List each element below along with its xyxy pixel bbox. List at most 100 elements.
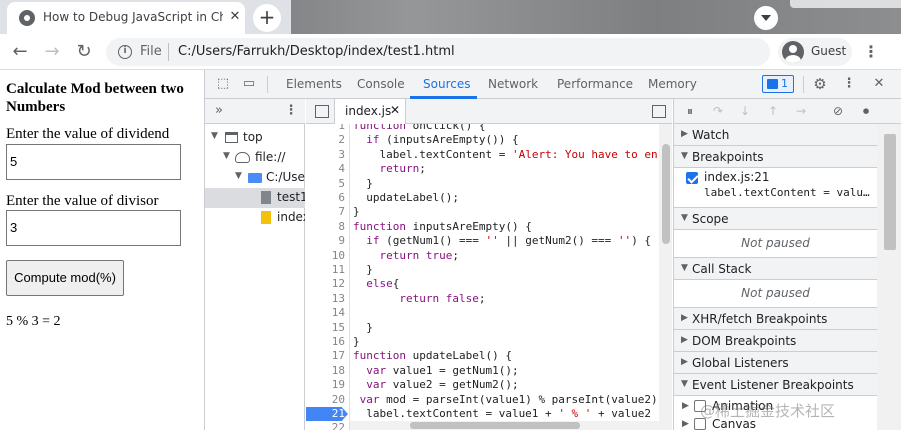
pause-icon[interactable]: ⏸ <box>682 103 698 119</box>
line-number[interactable]: 17 <box>332 349 345 363</box>
step-out-icon[interactable]: ↑ <box>765 103 781 119</box>
scrollbar-thumb[interactable] <box>662 144 670 244</box>
line-number[interactable]: 12 <box>332 277 345 291</box>
step-into-icon[interactable]: ↓ <box>737 103 753 119</box>
browser-menu-icon[interactable]: ⋮ <box>862 40 880 64</box>
step-icon[interactable]: → <box>793 103 809 119</box>
call-stack-body: Not paused <box>674 280 877 308</box>
collapse-arrow-icon: ▶ <box>681 335 688 345</box>
compute-mod-button[interactable]: Compute mod(%) <box>6 260 124 296</box>
tree-item-file-origin[interactable]: ▼ file:// <box>205 148 305 168</box>
section-watch[interactable]: ▶ Watch <box>674 124 877 146</box>
js-file-icon <box>261 211 271 224</box>
line-number[interactable]: 1 <box>338 124 345 133</box>
inspect-element-icon[interactable]: ⬚ <box>215 76 231 92</box>
section-event-listener-breakpoints[interactable]: ▼ Event Listener Breakpoints <box>674 374 877 396</box>
address-url[interactable]: C:/Users/Farrukh/Desktop/index/test1.htm… <box>178 44 455 59</box>
line-number[interactable]: 16 <box>332 335 345 349</box>
editor-tab-index-js[interactable]: index.js ✕ <box>334 99 406 124</box>
device-toolbar-icon[interactable]: ▭ <box>241 76 257 92</box>
tab-network[interactable]: Network <box>488 77 538 91</box>
more-tabs-icon[interactable]: » <box>211 103 227 119</box>
tab-performance[interactable]: Performance <box>557 77 633 91</box>
line-number[interactable]: 22 <box>332 421 345 430</box>
expand-arrow-icon[interactable]: ▼ <box>211 131 218 141</box>
tab-memory[interactable]: Memory <box>648 77 697 91</box>
address-bar[interactable]: i File C:/Users/Farrukh/Desktop/index/te… <box>106 38 770 66</box>
expand-arrow-icon[interactable]: ▼ <box>235 171 242 181</box>
tree-item-top[interactable]: ▼ top <box>205 128 305 148</box>
line-number[interactable]: 2 <box>338 133 345 147</box>
collapse-arrow-icon: ▶ <box>681 129 688 139</box>
line-number[interactable]: 15 <box>332 321 345 335</box>
new-tab-button[interactable]: + <box>253 4 281 32</box>
code-line: var value1 = getNum1(); <box>366 363 519 377</box>
browser-tab[interactable]: How to Debug JavaScript in Chrome ✕ <box>7 2 245 34</box>
breakpoint-item[interactable]: index.js:21 label.textContent = value1 +… <box>674 168 877 208</box>
line-number[interactable]: 20 <box>332 393 345 407</box>
forward-icon[interactable]: → <box>40 40 64 64</box>
tree-item-test1-html[interactable]: test1.html <box>205 188 305 208</box>
line-number[interactable]: 6 <box>338 191 345 205</box>
tree-item-index-js[interactable]: index.js <box>205 208 305 228</box>
breakpoint-checkbox[interactable] <box>686 172 698 184</box>
line-number[interactable]: 4 <box>338 162 345 176</box>
vertical-scrollbar[interactable] <box>659 124 672 430</box>
line-number[interactable]: 9 <box>338 234 345 248</box>
section-xhr-breakpoints[interactable]: ▶ XHR/fetch Breakpoints <box>674 308 877 330</box>
tab-search-icon[interactable] <box>754 6 778 30</box>
section-dom-breakpoints[interactable]: ▶ DOM Breakpoints <box>674 330 877 352</box>
line-number[interactable]: 14 <box>332 306 345 320</box>
section-scope[interactable]: ▼ Scope <box>674 208 877 230</box>
line-number[interactable]: 10 <box>332 249 345 263</box>
close-file-icon[interactable]: ✕ <box>390 103 400 117</box>
toggle-navigator-icon[interactable] <box>315 105 329 118</box>
navigator-menu-icon[interactable]: ⋮ <box>283 103 299 119</box>
issues-button[interactable]: 1 <box>762 75 794 93</box>
line-number[interactable]: 13 <box>332 292 345 306</box>
tab-sources[interactable]: Sources <box>423 77 470 91</box>
pause-on-exceptions-icon[interactable]: ⏺ <box>858 103 874 119</box>
close-tab-icon[interactable]: ✕ <box>228 10 242 24</box>
expand-arrow-icon[interactable]: ▼ <box>223 151 230 161</box>
more-options-icon[interactable]: ⋮ <box>841 76 857 92</box>
folder-icon <box>248 173 262 183</box>
section-call-stack[interactable]: ▼ Call Stack <box>674 258 877 280</box>
divisor-input[interactable]: 3 <box>6 210 181 246</box>
dividend-input[interactable]: 5 <box>6 144 181 180</box>
line-number[interactable]: 19 <box>332 378 345 392</box>
tab-elements[interactable]: Elements <box>286 77 342 91</box>
line-number[interactable]: 5 <box>338 177 345 191</box>
gear-icon[interactable]: ⚙ <box>812 76 828 92</box>
line-number[interactable]: 3 <box>338 148 345 162</box>
profile-button[interactable]: Guest <box>778 38 852 66</box>
line-number[interactable]: 21 <box>332 407 345 421</box>
code-area[interactable]: function onClick() { if (inputsAreEmpty(… <box>350 124 658 430</box>
line-number-gutter[interactable]: 1 2 3 4 5 6 7 8 9 10 11 12 13 14 15 16 17 18 19 20 21 22 <box>306 124 350 430</box>
horizontal-scrollbar[interactable] <box>350 421 659 430</box>
watermark: @稀土掘金技术社区 <box>700 402 836 420</box>
section-global-listeners[interactable]: ▶ Global Listeners <box>674 352 877 374</box>
step-over-icon[interactable]: ↷ <box>710 103 726 119</box>
devtools-panel: ⬚ ▭ Elements Console Sources Network Per… <box>204 70 901 430</box>
code-line: updateLabel(); <box>353 191 459 204</box>
back-icon[interactable]: ← <box>8 40 32 64</box>
info-icon[interactable]: i <box>118 45 132 59</box>
deactivate-breakpoints-icon[interactable]: ⊘ <box>830 103 846 119</box>
tab-console[interactable]: Console <box>357 77 405 91</box>
scrollbar-thumb[interactable] <box>884 134 896 250</box>
toggle-debugger-icon[interactable] <box>652 105 666 118</box>
line-number[interactable]: 18 <box>332 364 345 378</box>
line-number[interactable]: 11 <box>332 263 345 277</box>
section-breakpoints[interactable]: ▼ Breakpoints <box>674 146 877 168</box>
reload-icon[interactable]: ↻ <box>72 40 96 64</box>
close-devtools-icon[interactable]: ✕ <box>871 76 887 92</box>
line-number[interactable]: 7 <box>338 205 345 219</box>
sidebar-scrollbar[interactable] <box>877 124 901 430</box>
scrollbar-thumb[interactable] <box>410 422 580 429</box>
tree-item-label: C:/Users/Farrukh/Desktop/index <box>266 170 305 184</box>
line-number[interactable]: 8 <box>338 220 345 234</box>
tree-item-folder[interactable]: ▼ C:/Users/Farrukh/Desktop/index <box>205 168 305 188</box>
window-controls[interactable] <box>790 0 901 8</box>
page-content: Calculate Mod between two Numbers Enter … <box>0 70 204 430</box>
